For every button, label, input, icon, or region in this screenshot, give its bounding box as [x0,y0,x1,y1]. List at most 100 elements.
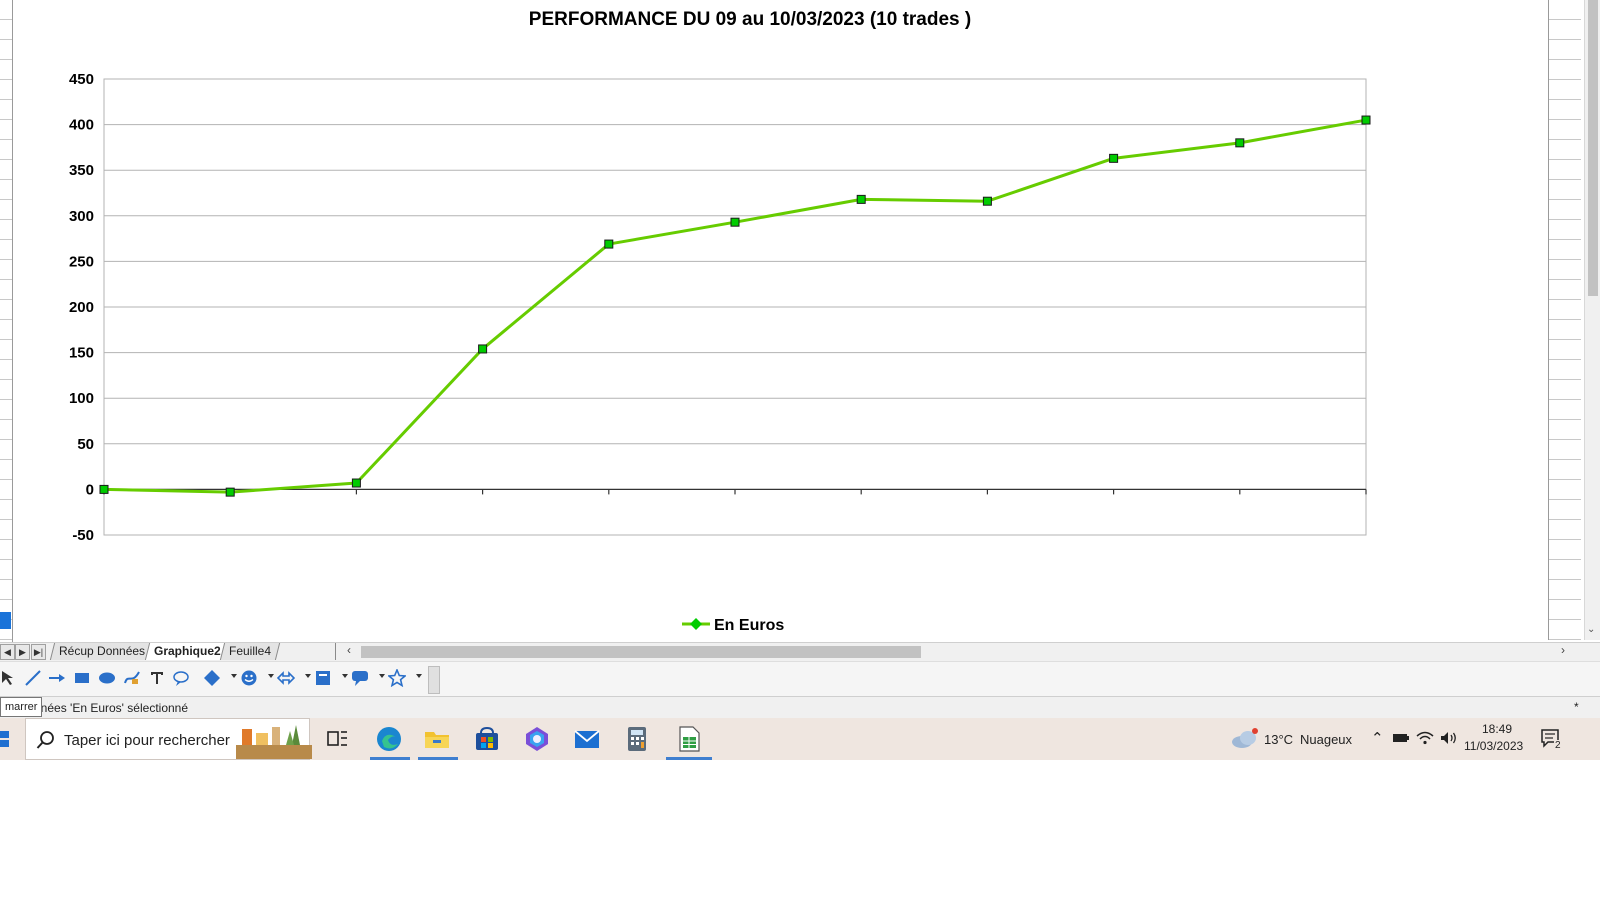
taskbar-search-box[interactable]: Taper ici pour rechercher [25,718,312,760]
last-sheet-icon[interactable]: ▶| [31,644,46,660]
libreoffice-calc-icon[interactable] [674,725,704,753]
tab-feuille4[interactable]: Feuille4 [219,643,281,660]
data-point[interactable] [351,478,361,488]
data-point[interactable] [1235,138,1245,148]
cloudy-weather-icon[interactable] [1230,726,1260,752]
weather-description[interactable]: Nuageux [1300,732,1352,747]
search-icon [36,731,54,749]
scroll-right-icon[interactable]: › [1561,643,1565,657]
data-point[interactable] [99,484,109,494]
file-explorer-icon[interactable] [422,725,452,753]
drawing-toolbar [0,661,1600,696]
modified-indicator: * [1574,700,1579,714]
mail-icon[interactable] [572,725,602,753]
spreadsheet-area[interactable]: PERFORMANCE DU 09 au 10/03/2023 (10 trad… [0,0,1600,650]
clock-date[interactable]: 11/03/2023 [1464,739,1523,753]
line-icon[interactable] [24,669,42,687]
y-tick-label: 100 [69,390,94,407]
callout-icon[interactable] [172,669,190,687]
calculator-icon[interactable] [622,725,652,753]
series-line-en-euros[interactable] [103,118,1367,494]
search-placeholder: Taper ici pour rechercher [64,732,230,749]
data-point[interactable] [1109,153,1119,163]
y-tick-label: 350 [69,162,94,179]
data-point[interactable] [730,217,740,227]
y-tick-label: 200 [69,299,94,316]
toolbar-overflow-icon[interactable] [428,666,440,694]
tab-area-divider [275,643,336,660]
sheet-tab-bar: ◀ ▶ ▶| Récup Données Graphique2 Feuille4… [0,642,1600,661]
data-point[interactable] [604,239,614,249]
battery-icon[interactable] [1392,732,1410,744]
data-point[interactable] [478,344,488,354]
vertical-scrollbar[interactable]: ⌄ [1584,0,1600,640]
data-point[interactable] [856,194,866,204]
chevron-down-icon[interactable] [416,674,422,678]
scroll-left-icon[interactable]: ‹ [347,643,351,657]
ellipse-icon[interactable] [98,669,116,687]
chevron-down-icon[interactable] [342,674,348,678]
edge-browser-icon[interactable] [374,725,404,753]
y-tick-label: 300 [69,208,94,225]
tooltip: marrer [0,697,43,717]
grid-lines [104,124,1366,445]
legend-marker [690,618,702,630]
chart-title: PERFORMANCE DU 09 au 10/03/2023 (10 trad… [529,9,971,30]
block-arrows-icon[interactable] [277,669,295,687]
x-axis-ticks [103,489,1367,495]
horizontal-scrollbar[interactable]: ‹ › [347,643,1565,660]
y-tick-label: 150 [69,345,94,362]
next-sheet-icon[interactable]: ▶ [15,644,30,660]
taskbar: Taper ici pour rechercher 13°C Nuageux ⌃… [0,718,1600,760]
status-bar: nnées 'En Euros' sélectionné * [0,696,1600,719]
stars-icon[interactable] [388,669,406,687]
clock-time[interactable]: 18:49 [1482,722,1512,736]
task-view-icon[interactable] [322,725,352,753]
data-point[interactable] [225,487,235,497]
chevron-down-icon[interactable] [231,674,237,678]
tab-graphique2[interactable]: Graphique2 [144,643,230,660]
chevron-up-icon[interactable]: ⌃ [1371,729,1384,747]
y-tick-label: -50 [72,527,94,544]
series-markers [99,115,1371,497]
horizontal-scroll-thumb[interactable] [361,646,921,658]
legend: En Euros [682,617,784,634]
search-highlight-icon [236,725,312,759]
basic-shapes-icon[interactable] [203,669,221,687]
flowchart-icon[interactable] [314,669,332,687]
first-sheet-icon[interactable]: ◀ [0,644,15,660]
tab-label: Feuille4 [229,644,272,658]
freeform-line-icon[interactable] [123,669,141,687]
vertical-scroll-thumb[interactable] [1588,0,1598,296]
y-tick-label: 0 [86,481,94,498]
y-tick-label: 50 [77,436,94,453]
chevron-down-icon[interactable] [268,674,274,678]
copilot-icon[interactable] [522,725,552,753]
arrow-line-icon[interactable] [48,669,66,687]
data-point[interactable] [1361,115,1371,125]
chevron-down-icon[interactable] [305,674,311,678]
data-point[interactable] [982,196,992,206]
calc-active-indicator [666,757,712,760]
microsoft-store-icon[interactable] [472,725,502,753]
legend-label: En Euros [714,617,784,634]
text-icon[interactable] [148,669,166,687]
weather-temperature[interactable]: 13°C [1264,732,1293,747]
chevron-down-icon[interactable] [379,674,385,678]
y-tick-label: 450 [69,71,94,88]
tab-recup-donnees[interactable]: Récup Données [49,643,155,660]
symbol-shapes-icon[interactable] [240,669,258,687]
chart[interactable]: PERFORMANCE DU 09 au 10/03/2023 (10 trad… [0,0,1548,640]
edge-active-indicator [370,757,410,760]
wifi-icon[interactable] [1416,731,1434,745]
callouts-icon[interactable] [351,669,369,687]
select-icon[interactable] [0,669,18,687]
y-axis: -50 0 50 100 150 200 250 300 350 400 450 [69,71,94,544]
scroll-down-icon[interactable]: ⌄ [1587,624,1595,635]
y-tick-label: 400 [69,117,94,134]
windows-start-icon[interactable] [0,731,10,747]
volume-icon[interactable] [1440,731,1458,745]
tab-label: Récup Données [59,644,146,658]
right-cell-grid[interactable] [1548,0,1581,640]
rectangle-icon[interactable] [73,669,91,687]
